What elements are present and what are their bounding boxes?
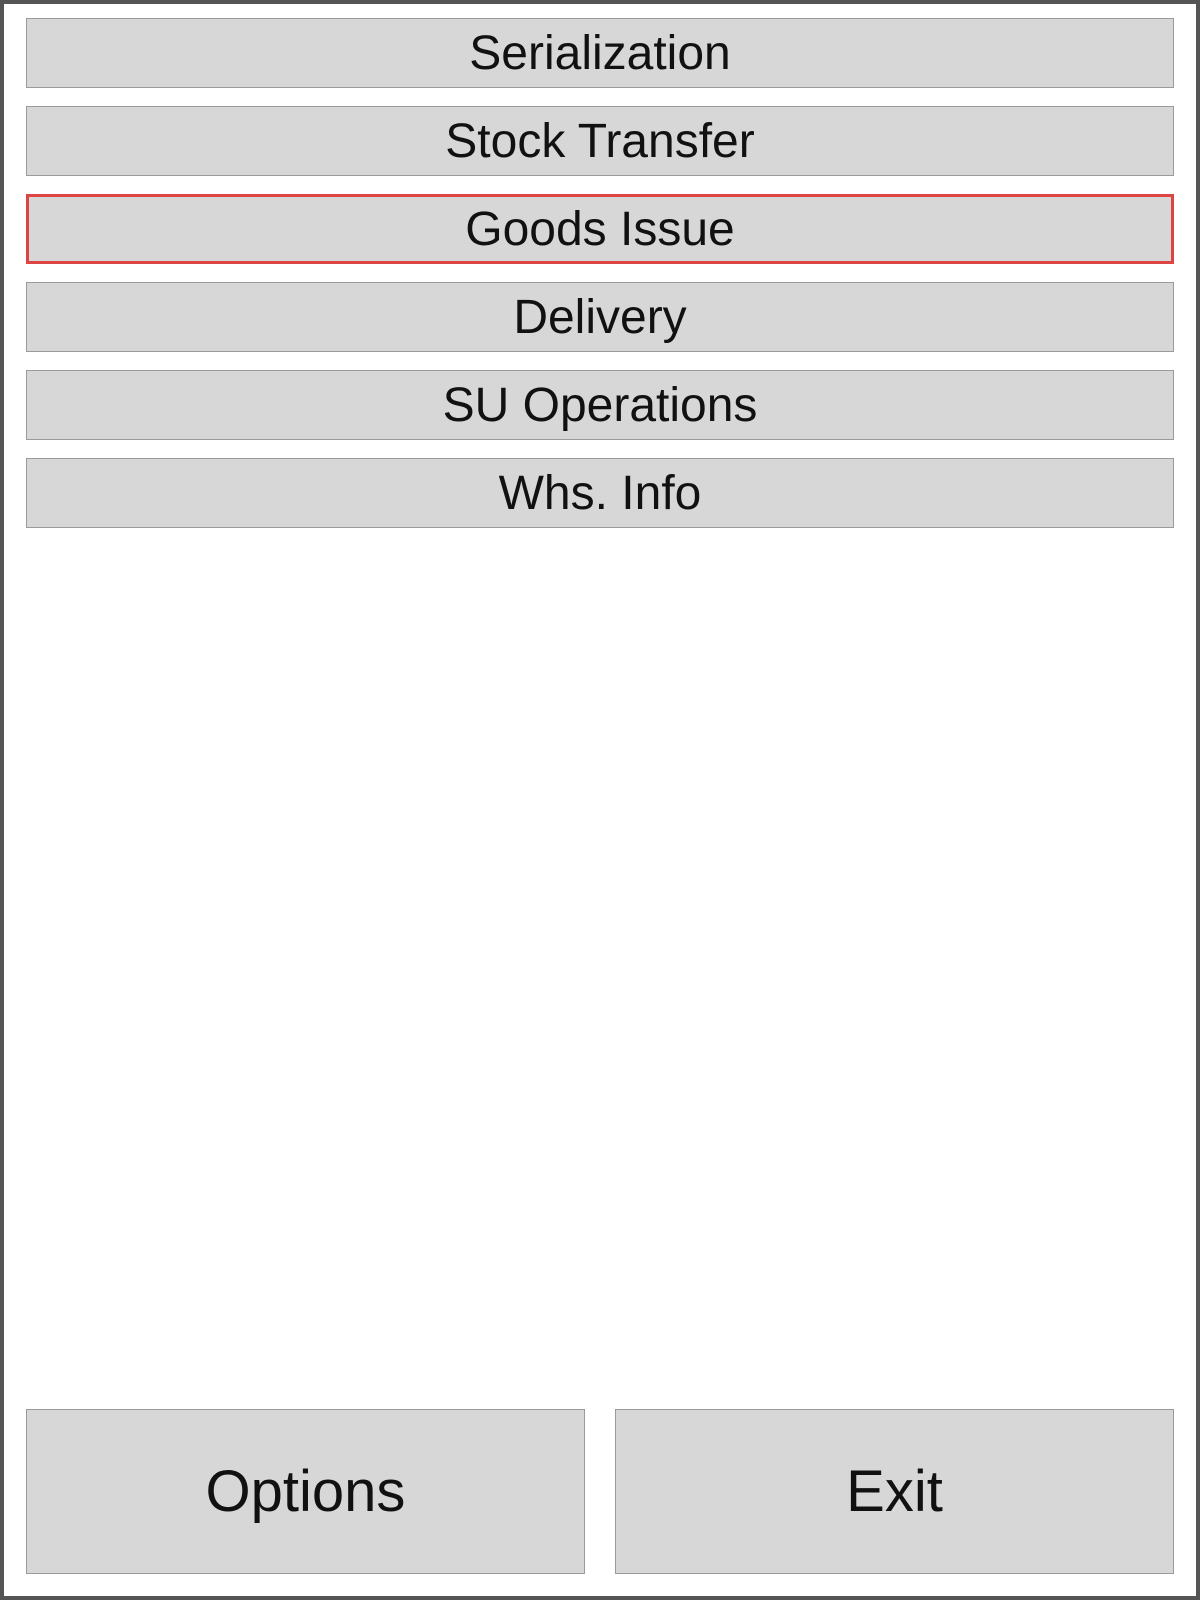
menu-item-label: Stock Transfer <box>445 114 754 169</box>
footer-area: Options Exit <box>26 1409 1174 1574</box>
menu-item-delivery[interactable]: Delivery <box>26 282 1174 352</box>
menu-item-label: Delivery <box>513 290 686 345</box>
options-button[interactable]: Options <box>26 1409 585 1574</box>
menu-item-goods-issue[interactable]: Goods Issue <box>26 194 1174 264</box>
app-frame: Serialization Stock Transfer Goods Issue… <box>0 0 1200 1600</box>
menu-item-stock-transfer[interactable]: Stock Transfer <box>26 106 1174 176</box>
menu-item-label: Whs. Info <box>499 466 702 521</box>
options-button-label: Options <box>206 1458 406 1525</box>
menu-area: Serialization Stock Transfer Goods Issue… <box>26 18 1174 1409</box>
menu-item-serialization[interactable]: Serialization <box>26 18 1174 88</box>
menu-item-su-operations[interactable]: SU Operations <box>26 370 1174 440</box>
menu-item-label: Serialization <box>469 26 730 81</box>
exit-button-label: Exit <box>846 1458 943 1525</box>
menu-item-whs-info[interactable]: Whs. Info <box>26 458 1174 528</box>
menu-item-label: SU Operations <box>443 378 758 433</box>
menu-item-label: Goods Issue <box>465 202 734 257</box>
exit-button[interactable]: Exit <box>615 1409 1174 1574</box>
